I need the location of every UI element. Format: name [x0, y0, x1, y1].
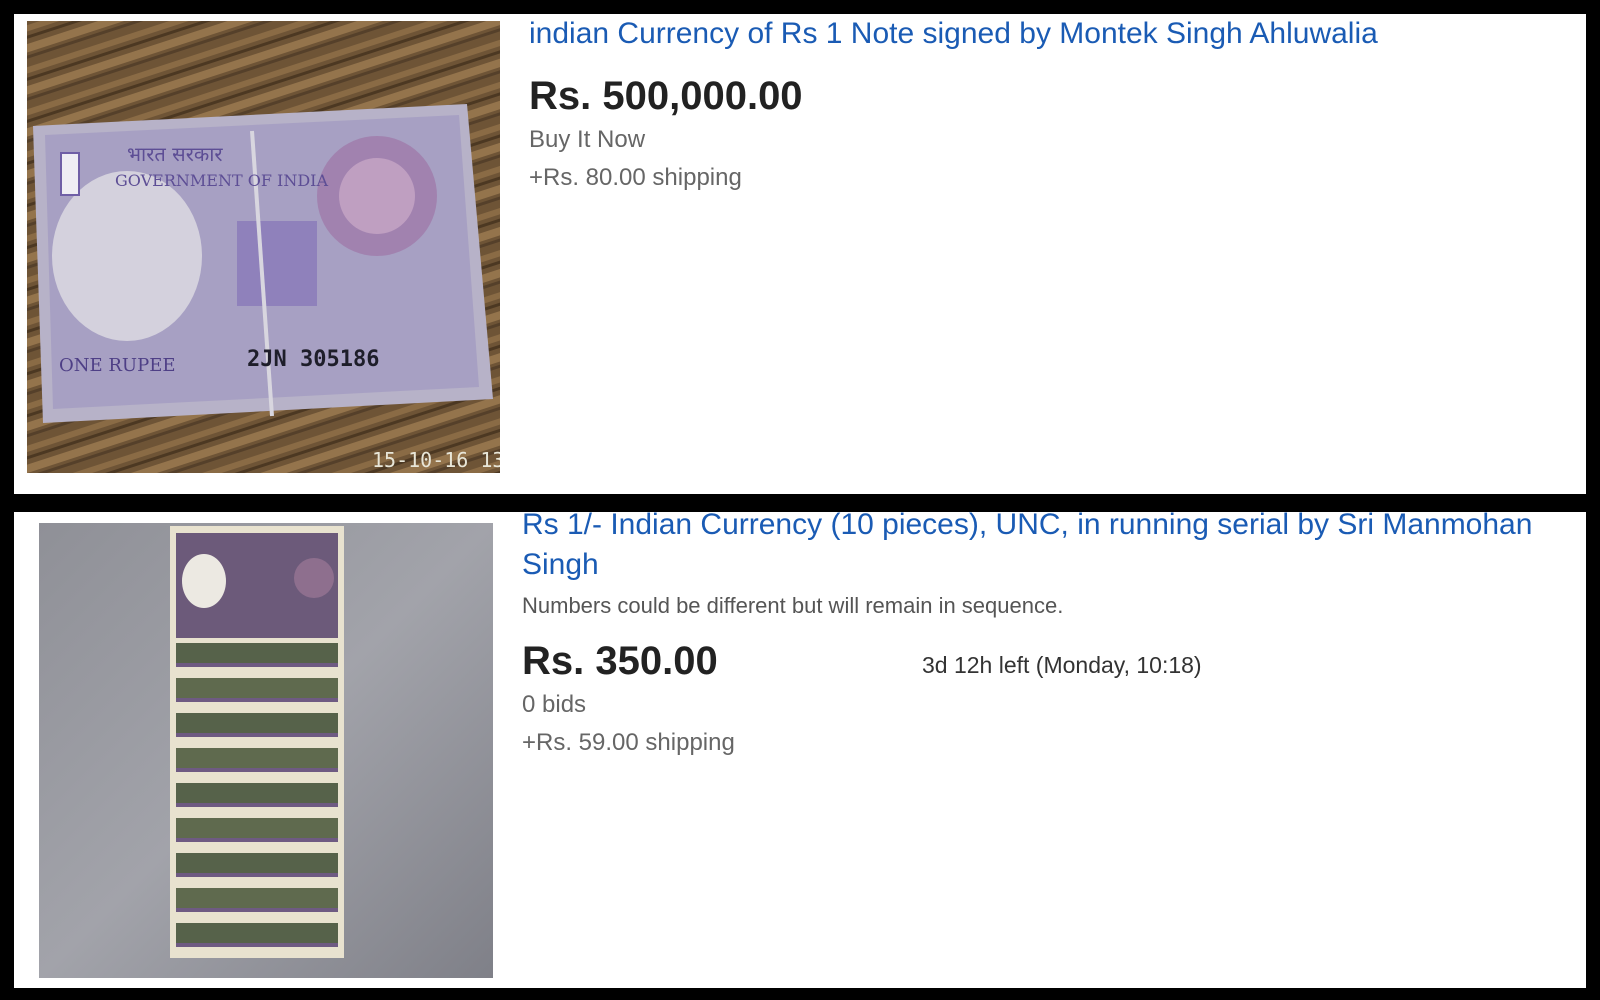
listing-item: भारत सरकार GOVERNMENT OF INDIA ONE RUPEE… [14, 14, 1586, 494]
listing-thumbnail[interactable]: भारत सरकार GOVERNMENT OF INDIA ONE RUPEE… [27, 21, 500, 473]
photo-timestamp: 15-10-16 13 [372, 448, 500, 472]
note-government-text: GOVERNMENT OF INDIA [115, 171, 328, 190]
note-denomination-text: ONE RUPEE [59, 355, 175, 376]
bid-count: 0 bids [522, 691, 587, 718]
listing-item: Rs 1/- Indian Currency (10 pieces), UNC,… [14, 512, 1586, 988]
shipping-cost: +Rs. 80.00 shipping [529, 164, 742, 191]
listing-price: Rs. 500,000.00 [529, 74, 803, 118]
time-left: 3d 12h left (Monday, 10:18) [922, 652, 1202, 678]
listing-price: Rs. 350.00 [522, 639, 718, 683]
listing-info: Rs 1/- Indian Currency (10 pieces), UNC,… [522, 512, 1562, 757]
buy-it-now-label: Buy It Now [529, 126, 646, 153]
note-serial-text: 2JN 305186 [247, 347, 379, 372]
note-hindi-text: भारत सरकार [127, 142, 223, 166]
listing-thumbnail[interactable] [39, 523, 493, 978]
listing-info: indian Currency of Rs 1 Note signed by M… [529, 14, 1569, 192]
listing-title-link[interactable]: Rs 1/- Indian Currency (10 pieces), UNC,… [522, 512, 1562, 585]
shipping-cost: +Rs. 59.00 shipping [522, 729, 735, 756]
listing-subtitle: Numbers could be different but will rema… [522, 593, 1064, 618]
listing-title-link[interactable]: indian Currency of Rs 1 Note signed by M… [529, 14, 1569, 54]
